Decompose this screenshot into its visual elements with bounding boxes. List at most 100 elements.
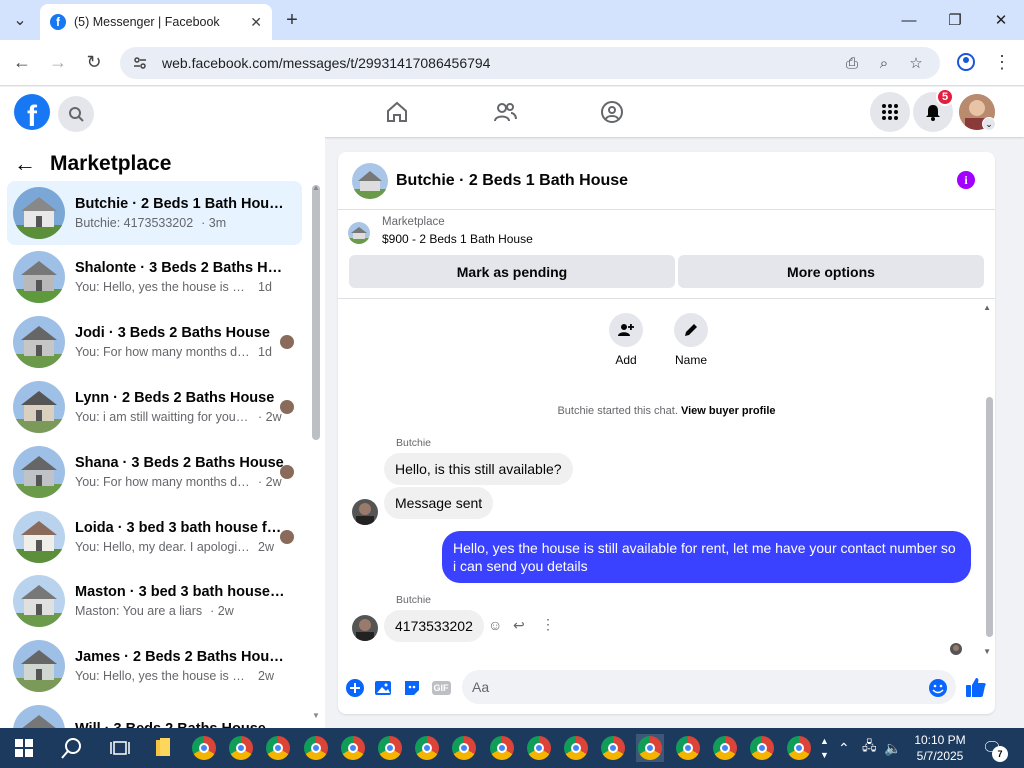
add-contact-action[interactable]: Add <box>596 313 656 367</box>
incoming-message[interactable]: Message sent <box>384 487 494 519</box>
react-emoji-icon[interactable]: ☺ <box>488 617 502 633</box>
profile-icon[interactable] <box>952 48 980 76</box>
conversation-item[interactable]: James · 2 Beds 2 Baths House You: Hello, … <box>7 634 302 698</box>
chrome-taskbar-icon[interactable] <box>562 734 590 762</box>
conversation-item[interactable]: Jodi · 3 Beds 2 Baths House You: For how … <box>7 310 302 374</box>
account-chevron-icon[interactable]: ⌄ <box>982 117 996 131</box>
zoom-icon[interactable]: ⌕ <box>874 53 894 73</box>
sender-avatar[interactable] <box>352 499 378 525</box>
view-buyer-profile-link[interactable]: View buyer profile <box>681 405 776 417</box>
conversation-item[interactable]: Shana · 3 Beds 2 Baths House You: For how… <box>7 440 302 504</box>
scroll-down-icon[interactable]: ▼ <box>983 647 991 656</box>
chat-header[interactable]: Butchie · 2 Beds 1 Bath House i <box>338 152 995 210</box>
groups-icon[interactable] <box>599 99 625 125</box>
mark-pending-button[interactable]: Mark as pending <box>349 255 675 288</box>
conversation-thumbnail <box>13 575 65 627</box>
chrome-taskbar-icon[interactable] <box>674 734 702 762</box>
action-center-badge: 7 <box>992 746 1008 762</box>
browser-tab[interactable]: f (5) Messenger | Facebook ✕ <box>40 4 272 40</box>
chrome-taskbar-icon[interactable] <box>227 734 255 762</box>
plus-icon[interactable] <box>345 678 365 698</box>
close-window-icon[interactable]: ✕ <box>978 6 1024 34</box>
network-icon[interactable]: 🖧 <box>862 728 877 768</box>
reply-icon[interactable]: ↩ <box>513 617 525 634</box>
chrome-taskbar-icon[interactable] <box>636 734 665 762</box>
conversation-thumbnail <box>13 446 65 498</box>
install-app-icon[interactable]: ⎙ <box>842 53 862 73</box>
incoming-message[interactable]: Hello, is this still available? <box>384 453 573 485</box>
back-icon[interactable]: ← <box>8 48 36 76</box>
site-info-icon[interactable] <box>132 55 148 71</box>
forward-icon[interactable]: → <box>44 48 72 76</box>
file-explorer-icon[interactable] <box>150 734 178 762</box>
chrome-taskbar-icon[interactable] <box>599 734 627 762</box>
name-action[interactable]: Name <box>661 313 721 367</box>
conversation-item[interactable]: Lynn · 2 Beds 2 Baths House You: i am sti… <box>7 375 302 439</box>
conversation-preview: You: i am still waitting for your r... <box>75 410 250 424</box>
chrome-taskbar-icon[interactable] <box>264 734 292 762</box>
facebook-logo[interactable]: f <box>14 94 50 133</box>
menu-grid-icon[interactable] <box>870 92 910 132</box>
conversation-time: · 3m <box>201 216 227 230</box>
taskbar-search-icon[interactable] <box>58 734 86 762</box>
conversation-name: James · 2 Beds 2 Baths House <box>75 649 285 665</box>
restore-icon[interactable]: ❐ <box>932 6 978 34</box>
taskbar-clock[interactable]: 10:10 PM 5/7/2025 <box>914 732 966 764</box>
windows-start-icon[interactable] <box>10 734 38 762</box>
reload-icon[interactable]: ↻ <box>80 48 108 76</box>
chrome-taskbar-icon[interactable] <box>711 734 739 762</box>
volume-icon[interactable]: 🔈 <box>884 728 901 768</box>
tray-scroll[interactable]: ▲ ▼ <box>820 728 829 768</box>
chat-started-notice: Butchie started this chat. View buyer pr… <box>557 405 776 417</box>
new-tab-icon[interactable]: + <box>280 8 304 32</box>
chrome-taskbar-icon[interactable] <box>190 734 218 762</box>
incoming-message[interactable]: 4173533202 <box>384 610 484 642</box>
sender-avatar[interactable] <box>352 615 378 641</box>
bookmark-star-icon[interactable]: ☆ <box>906 53 926 73</box>
conversation-item[interactable]: Loida · 3 bed 3 bath house fo... You: Hel… <box>7 505 302 569</box>
browser-menu-icon[interactable]: ⋮ <box>988 48 1016 76</box>
show-hidden-icons-icon[interactable]: ⌃ <box>838 728 850 768</box>
task-view-icon[interactable] <box>106 734 134 762</box>
listing-summary[interactable]: Marketplace $900 - 2 Beds 1 Bath House <box>348 216 533 246</box>
url-field[interactable]: web.facebook.com/messages/t/299314170864… <box>120 47 940 79</box>
conversation-item[interactable]: Will · 3 Beds 2 Baths House <box>7 699 302 728</box>
emoji-icon[interactable] <box>928 678 948 698</box>
message-input[interactable]: Aa <box>462 670 956 704</box>
chrome-taskbar-icon[interactable] <box>339 734 367 762</box>
conversation-thumbnail <box>13 511 65 563</box>
sidebar-title: Marketplace <box>50 152 172 175</box>
more-options-button[interactable]: More options <box>678 255 984 288</box>
home-icon[interactable] <box>384 99 410 125</box>
scroll-up-icon[interactable]: ▲ <box>983 303 991 312</box>
conversation-item[interactable]: Maston · 3 bed 3 bath house for... Maston… <box>7 569 302 633</box>
thread-scrollbar[interactable] <box>986 397 993 637</box>
conversation-item[interactable]: Shalonte · 3 Beds 2 Baths House You: Hell… <box>7 245 302 309</box>
search-icon[interactable] <box>58 96 94 132</box>
chrome-taskbar-icon[interactable] <box>748 734 776 762</box>
chrome-taskbar-icon[interactable] <box>488 734 516 762</box>
scroll-up-icon[interactable]: ▲ <box>312 183 320 192</box>
info-icon[interactable]: i <box>957 171 975 189</box>
chrome-taskbar-icon[interactable] <box>785 734 813 762</box>
photo-icon[interactable] <box>373 678 393 698</box>
back-arrow-icon[interactable]: ← <box>14 151 36 177</box>
chrome-taskbar-icon[interactable] <box>525 734 553 762</box>
outgoing-message[interactable]: Hello, yes the house is still available … <box>442 531 971 583</box>
chrome-taskbar-icon[interactable] <box>302 734 330 762</box>
windows-taskbar: ▲ ▼ ⌃ 🖧 🔈 10:10 PM 5/7/2025 🗨 7 <box>0 728 1024 768</box>
gif-icon[interactable]: GIF <box>430 678 452 698</box>
chrome-taskbar-icon[interactable] <box>376 734 404 762</box>
chrome-taskbar-icon[interactable] <box>413 734 441 762</box>
scroll-down-icon[interactable]: ▼ <box>312 711 320 720</box>
conversation-item[interactable]: Butchie · 2 Beds 1 Bath House Butchie: 41… <box>7 181 302 245</box>
close-tab-icon[interactable]: ✕ <box>250 14 262 31</box>
tab-search-icon[interactable]: ⌄ <box>8 8 32 32</box>
sidebar-scrollbar[interactable] <box>312 185 320 440</box>
friends-icon[interactable] <box>492 99 518 125</box>
more-actions-icon[interactable]: ⋮ <box>541 616 555 633</box>
minimize-icon[interactable]: — <box>886 6 932 34</box>
like-thumb-icon[interactable] <box>964 676 988 698</box>
chrome-taskbar-icon[interactable] <box>450 734 478 762</box>
sticker-icon[interactable] <box>402 678 422 698</box>
